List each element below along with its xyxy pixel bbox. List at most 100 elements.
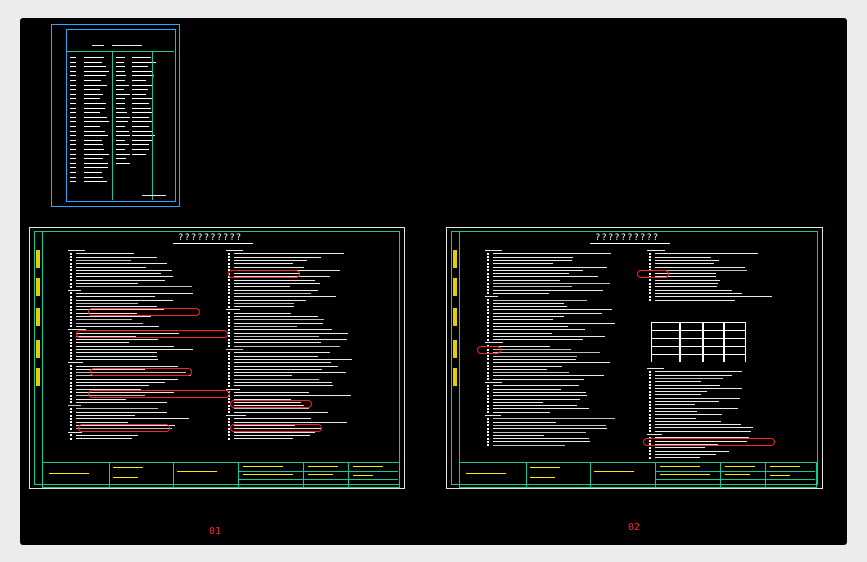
cover-divider bbox=[152, 51, 153, 200]
note-text-line bbox=[493, 299, 588, 301]
note-number bbox=[649, 279, 651, 282]
side-strip-label bbox=[453, 340, 457, 358]
note-number bbox=[228, 332, 230, 334]
note-number bbox=[228, 279, 230, 282]
cover-row bbox=[70, 162, 76, 164]
note-number bbox=[70, 315, 72, 318]
title-block-divider bbox=[526, 463, 527, 487]
note-number bbox=[228, 351, 230, 354]
note-number bbox=[70, 285, 72, 288]
note-text-line bbox=[493, 312, 603, 314]
title-block-divider bbox=[655, 471, 815, 472]
cover-row bbox=[132, 139, 153, 141]
cad-drawing-canvas[interactable]: ?????????? 01 ?????????? 02 bbox=[20, 18, 847, 545]
cover-row bbox=[70, 135, 76, 137]
note-number bbox=[649, 380, 651, 383]
spec-table-cell bbox=[652, 355, 679, 362]
note-number bbox=[487, 424, 489, 427]
cover-row bbox=[116, 70, 126, 72]
cover-row bbox=[116, 116, 130, 118]
note-text-line bbox=[485, 250, 502, 251]
revision-cloud-markup bbox=[88, 390, 230, 398]
note-text-line bbox=[234, 263, 294, 265]
note-number bbox=[487, 404, 489, 407]
note-number bbox=[649, 390, 651, 393]
note-text-line bbox=[234, 332, 348, 334]
cover-row bbox=[132, 130, 152, 132]
note-text-line bbox=[234, 362, 332, 364]
note-number bbox=[228, 368, 230, 371]
note-number bbox=[228, 325, 230, 328]
sheet-01-title-underline bbox=[173, 243, 253, 244]
note-number bbox=[70, 365, 72, 367]
note-number bbox=[70, 269, 72, 272]
note-text-line bbox=[493, 431, 586, 433]
note-text-line bbox=[493, 276, 598, 278]
spec-table-cell bbox=[681, 355, 702, 362]
note-number bbox=[70, 295, 72, 298]
cover-row bbox=[70, 61, 76, 63]
note-number bbox=[487, 256, 489, 259]
title-block bbox=[459, 462, 817, 488]
note-text-line bbox=[234, 316, 318, 317]
note-number bbox=[228, 411, 230, 414]
cover-row bbox=[70, 89, 76, 91]
cover-row bbox=[116, 153, 130, 155]
note-number bbox=[228, 398, 230, 400]
cover-row bbox=[84, 149, 104, 150]
note-number bbox=[70, 351, 72, 354]
note-number bbox=[228, 341, 230, 344]
note-number bbox=[649, 285, 651, 288]
cover-row bbox=[84, 139, 103, 141]
note-number bbox=[487, 272, 489, 275]
side-strip-label bbox=[36, 250, 40, 268]
cover-row bbox=[70, 80, 76, 81]
note-text-line bbox=[234, 358, 353, 360]
note-number bbox=[70, 394, 72, 397]
note-text-line bbox=[647, 368, 664, 369]
cover-row bbox=[84, 144, 103, 146]
note-number bbox=[649, 400, 651, 403]
note-text-line bbox=[493, 434, 545, 436]
note-number bbox=[70, 266, 72, 268]
note-number bbox=[228, 381, 230, 384]
note-number bbox=[649, 256, 651, 259]
revision-cloud-markup bbox=[228, 270, 300, 278]
note-number bbox=[228, 335, 230, 338]
note-number bbox=[487, 374, 489, 377]
spec-table-cell bbox=[704, 355, 723, 362]
note-text-line bbox=[493, 256, 574, 258]
note-number bbox=[70, 299, 72, 301]
note-text-line bbox=[493, 339, 583, 341]
note-text-line bbox=[655, 384, 721, 386]
note-text-line bbox=[76, 398, 127, 400]
note-text-line bbox=[485, 296, 499, 298]
note-text-line bbox=[234, 434, 311, 436]
cover-row bbox=[70, 121, 76, 123]
note-number bbox=[70, 368, 72, 371]
note-number bbox=[70, 325, 72, 328]
note-text-line bbox=[76, 401, 167, 403]
cover-row bbox=[116, 75, 127, 77]
note-text-line bbox=[493, 292, 550, 294]
cover-row bbox=[70, 176, 76, 178]
note-text-line bbox=[493, 289, 604, 291]
note-text-line bbox=[493, 362, 610, 364]
note-text-line bbox=[493, 405, 578, 407]
title-block-text bbox=[49, 473, 89, 474]
note-text-line bbox=[493, 352, 600, 354]
note-number bbox=[649, 430, 651, 433]
note-text-line bbox=[647, 434, 662, 435]
cover-row bbox=[116, 103, 125, 104]
note-number bbox=[228, 266, 230, 268]
note-text-line bbox=[655, 414, 722, 416]
title-block-text bbox=[113, 467, 143, 468]
note-text-line bbox=[655, 377, 723, 379]
cover-row bbox=[84, 107, 105, 109]
note-text-line bbox=[234, 256, 322, 258]
note-text-line bbox=[68, 362, 83, 364]
note-number bbox=[228, 262, 230, 265]
note-text-line bbox=[76, 355, 157, 357]
note-text-line bbox=[655, 427, 753, 429]
note-number bbox=[228, 384, 230, 387]
